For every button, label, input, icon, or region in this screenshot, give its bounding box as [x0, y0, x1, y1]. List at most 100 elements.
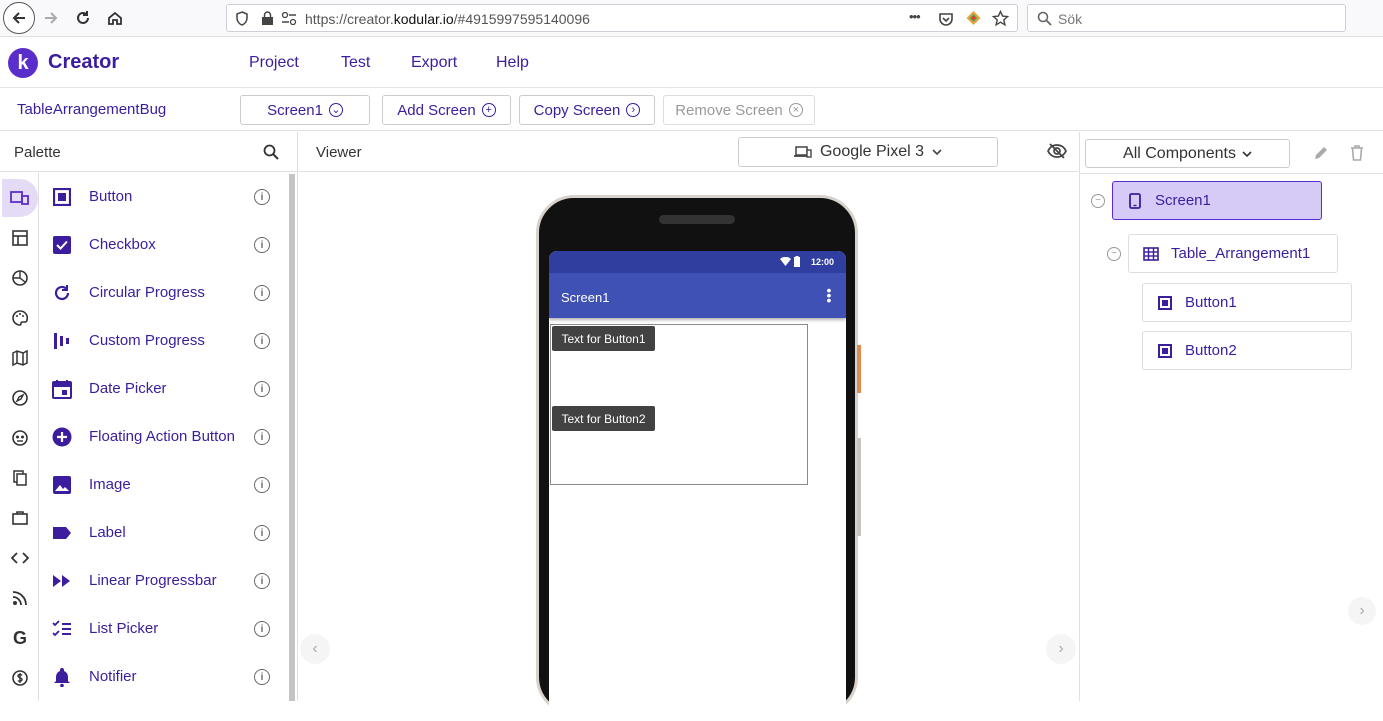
- palette-item-floating-action-button[interactable]: Floating Action Button i: [40, 413, 288, 461]
- category-drawing[interactable]: [2, 299, 38, 337]
- checkbox-icon: [52, 235, 72, 255]
- copy-screen-button[interactable]: Copy Screen ›: [519, 95, 655, 125]
- preview-button2[interactable]: Text for Button2: [552, 406, 655, 431]
- collapse-screen1-icon[interactable]: −: [1091, 194, 1105, 208]
- category-rail: G: [0, 173, 39, 701]
- phone-side-button-2: [857, 438, 861, 536]
- palette-item-label[interactable]: Label i: [40, 509, 288, 557]
- button-icon: [52, 187, 72, 207]
- properties-expand-button[interactable]: ›: [1348, 597, 1376, 625]
- menu-project[interactable]: Project: [249, 54, 299, 72]
- chevron-down-icon: ⌄: [328, 103, 343, 117]
- eye-off-icon[interactable]: [1047, 142, 1067, 160]
- info-icon[interactable]: i: [254, 189, 270, 205]
- palette-item-checkbox[interactable]: Checkbox i: [40, 221, 288, 269]
- category-media[interactable]: [2, 259, 38, 297]
- category-user-interface[interactable]: [2, 179, 38, 217]
- info-icon[interactable]: i: [254, 669, 270, 685]
- palette-item-label: Circular Progress: [89, 284, 205, 301]
- category-feed[interactable]: [2, 579, 38, 617]
- home-button[interactable]: [100, 3, 130, 33]
- chevron-down-icon: [1242, 150, 1252, 157]
- palette-item-list-picker[interactable]: List Picker i: [40, 605, 288, 653]
- tree-node-button2[interactable]: Button2: [1142, 331, 1352, 370]
- add-screen-button[interactable]: Add Screen +: [382, 95, 511, 125]
- menu-export[interactable]: Export: [411, 54, 457, 72]
- category-layout[interactable]: [2, 219, 38, 257]
- wifi-icon: [780, 257, 791, 266]
- collapse-table-icon[interactable]: −: [1107, 247, 1121, 261]
- category-connectivity[interactable]: [2, 539, 38, 577]
- category-storage[interactable]: [2, 459, 38, 497]
- chevron-down-icon: [932, 149, 942, 155]
- trash-icon[interactable]: [1350, 144, 1364, 161]
- info-icon[interactable]: i: [254, 237, 270, 253]
- phone-side-button: [857, 345, 861, 393]
- media-icon: [12, 270, 28, 286]
- palette-item-button[interactable]: Button i: [40, 173, 288, 221]
- palette-item-label: Notifier: [89, 668, 137, 685]
- palette-item-custom-progress[interactable]: Custom Progress i: [40, 317, 288, 365]
- viewer-title: Viewer: [316, 144, 362, 161]
- category-maps[interactable]: [2, 339, 38, 377]
- table-icon: [1143, 246, 1159, 262]
- viewer-next-button[interactable]: ›: [1046, 634, 1076, 664]
- search-icon[interactable]: [263, 144, 279, 160]
- star-icon[interactable]: [992, 10, 1009, 27]
- menu-test[interactable]: Test: [341, 54, 370, 72]
- monetization-icon: [12, 670, 28, 686]
- back-button[interactable]: [3, 2, 35, 34]
- browser-search-bar[interactable]: Sök: [1027, 4, 1346, 32]
- url-text[interactable]: https://creator.kodular.io/#491599759514…: [305, 11, 590, 27]
- tree-node-table-arrangement1[interactable]: Table_Arrangement1: [1128, 234, 1338, 273]
- category-google[interactable]: G: [2, 619, 38, 657]
- info-icon[interactable]: i: [254, 621, 270, 637]
- user-interface-icon: [10, 191, 29, 205]
- kebab-menu-icon[interactable]: • • •: [826, 283, 832, 307]
- info-icon[interactable]: i: [254, 525, 270, 541]
- info-icon[interactable]: i: [254, 477, 270, 493]
- pocket-icon[interactable]: [938, 11, 954, 27]
- info-icon[interactable]: i: [254, 333, 270, 349]
- remove-screen-button[interactable]: Remove Screen ×: [663, 95, 815, 125]
- palette-title: Palette: [14, 144, 61, 161]
- category-utilities[interactable]: [2, 499, 38, 537]
- connectivity-icon: [11, 552, 29, 564]
- category-monetization[interactable]: [2, 659, 38, 697]
- reload-icon: [77, 11, 89, 24]
- more-icon[interactable]: •••: [909, 9, 921, 24]
- palette-item-date-picker[interactable]: Date Picker i: [40, 365, 288, 413]
- tree-node-button1[interactable]: Button1: [1142, 283, 1352, 322]
- device-select[interactable]: Google Pixel 3: [738, 137, 998, 167]
- palette-scrollbar[interactable]: [289, 174, 295, 701]
- info-icon[interactable]: i: [254, 429, 270, 445]
- url-bar[interactable]: https://creator.kodular.io/#491599759514…: [226, 4, 1018, 32]
- palette-item-linear-progressbar[interactable]: Linear Progressbar i: [40, 557, 288, 605]
- menu-help[interactable]: Help: [496, 54, 529, 72]
- category-sensors[interactable]: [2, 379, 38, 417]
- components-filter-select[interactable]: All Components: [1085, 139, 1290, 168]
- palette-item-notifier[interactable]: Notifier i: [40, 653, 288, 701]
- palette-item-circular-progress[interactable]: Circular Progress i: [40, 269, 288, 317]
- forward-button[interactable]: [36, 3, 66, 33]
- phone-speaker: [659, 215, 735, 224]
- kodular-logo: k: [8, 48, 38, 78]
- screen-select[interactable]: Screen1 ⌄: [240, 95, 370, 125]
- palette-item-label: Date Picker: [89, 380, 167, 397]
- viewer-prev-button[interactable]: ‹: [300, 634, 330, 664]
- project-name: TableArrangementBug: [17, 101, 167, 118]
- info-icon[interactable]: i: [254, 285, 270, 301]
- palette-item-image[interactable]: Image i: [40, 461, 288, 509]
- info-icon[interactable]: i: [254, 381, 270, 397]
- category-social[interactable]: [2, 419, 38, 457]
- add-screen-label: Add Screen: [397, 101, 476, 119]
- preview-button1[interactable]: Text for Button1: [552, 326, 655, 351]
- table-arrangement-preview[interactable]: Text for Button1 Text for Button2: [550, 324, 808, 485]
- extension-icon[interactable]: [965, 10, 982, 27]
- edit-icon[interactable]: [1313, 145, 1329, 161]
- tree-node-screen1[interactable]: Screen1: [1112, 181, 1322, 220]
- screen-select-label: Screen1: [267, 101, 323, 119]
- info-icon[interactable]: i: [254, 573, 270, 589]
- app-header: k Creator Project Test Export Help: [0, 38, 1383, 88]
- reload-button[interactable]: [68, 3, 98, 33]
